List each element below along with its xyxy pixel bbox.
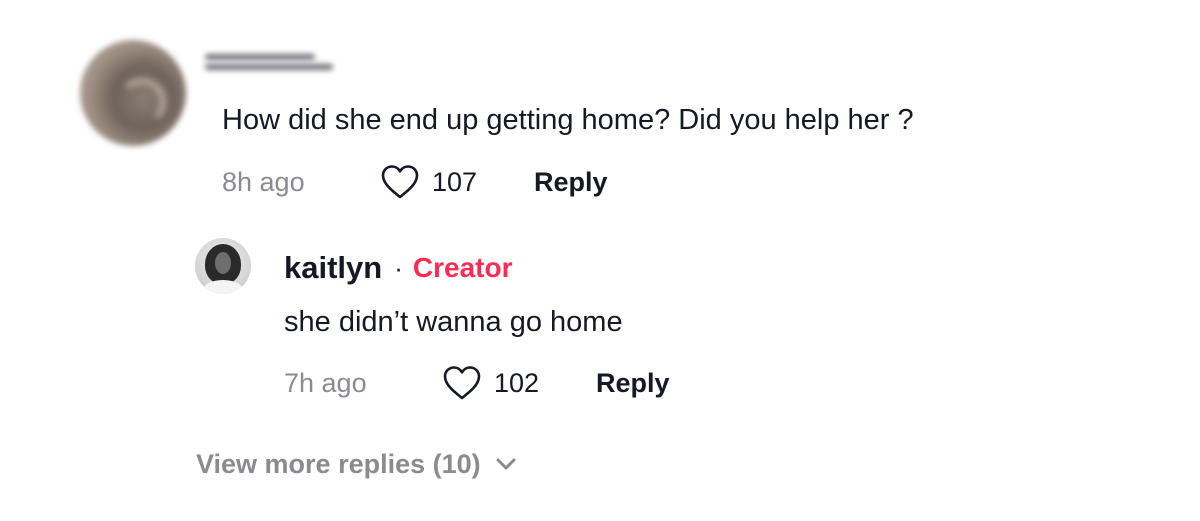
comment-reply-button[interactable]: Reply: [534, 167, 608, 198]
reply-text: she didn’t wanna go home: [284, 306, 623, 338]
creator-avatar[interactable]: [195, 238, 251, 294]
view-more-replies-label: View more replies (10): [196, 448, 481, 479]
reply-header: kaitlyn · Creator: [284, 248, 512, 288]
reply-reply-button[interactable]: Reply: [596, 368, 670, 399]
reply-username[interactable]: kaitlyn: [284, 250, 382, 286]
separator-dot: ·: [394, 252, 403, 283]
commenter-avatar[interactable]: [80, 40, 186, 146]
avatar-swirl: [118, 78, 166, 126]
comment-like-count: 107: [432, 166, 478, 197]
commenter-username-redacted: [205, 50, 335, 76]
reply-meta-row: 7h ago 102 Reply: [284, 363, 670, 403]
avatar-face: [215, 252, 231, 274]
heart-outline-icon: [443, 366, 481, 400]
avatar-shirt: [203, 280, 243, 294]
comment-timestamp: 8h ago: [222, 166, 305, 197]
comment-like-button[interactable]: 107: [380, 164, 534, 200]
reply-like-button[interactable]: 102: [442, 365, 596, 401]
reply-timestamp: 7h ago: [284, 367, 367, 398]
creator-badge: Creator: [412, 252, 513, 283]
redaction-bar: [205, 64, 333, 70]
reply-like-count: 102: [494, 367, 540, 398]
view-more-replies-button[interactable]: View more replies (10): [196, 444, 517, 484]
comment-thread: How did she end up getting home? Did you…: [0, 0, 1200, 521]
chevron-down-icon: [496, 458, 516, 470]
heart-outline-icon: [381, 165, 419, 199]
comment-text: How did she end up getting home? Did you…: [222, 104, 914, 136]
comment-meta-row: 8h ago 107 Reply: [222, 162, 608, 202]
redaction-bar: [205, 54, 315, 60]
